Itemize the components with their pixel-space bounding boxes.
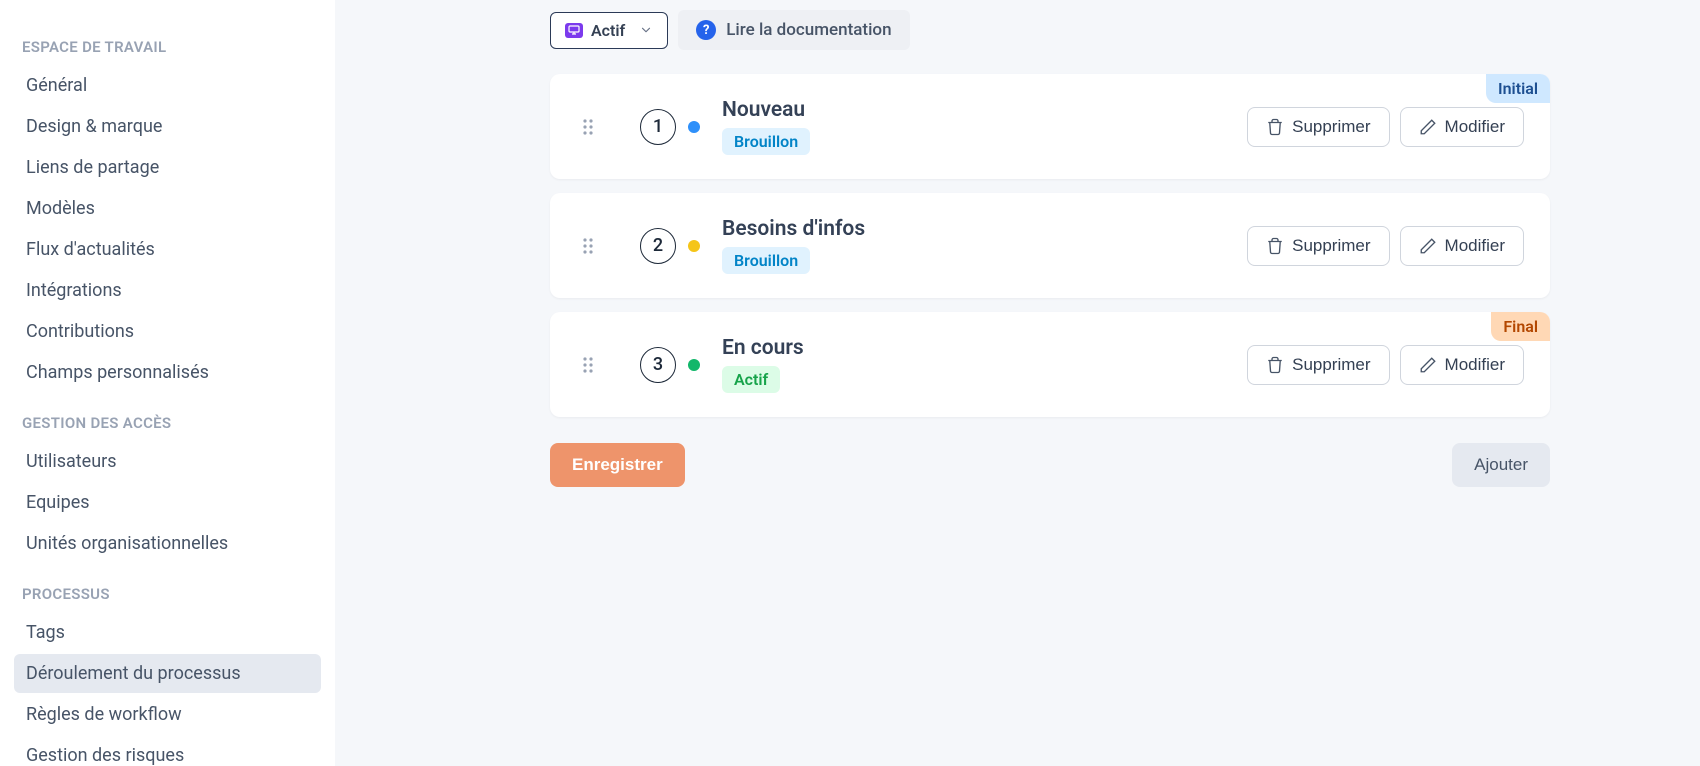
sidebar-item-contributions[interactable]: Contributions — [14, 312, 321, 351]
sidebar-item-workflow-rules[interactable]: Règles de workflow — [14, 695, 321, 734]
card-body: Nouveau Brouillon — [722, 98, 1247, 155]
delete-label: Supprimer — [1292, 117, 1370, 137]
sidebar-item-integrations[interactable]: Intégrations — [14, 271, 321, 310]
edit-button[interactable]: Modifier — [1400, 345, 1524, 385]
edit-label: Modifier — [1445, 355, 1505, 375]
sidebar-item-general[interactable]: Général — [14, 66, 321, 105]
sidebar-item-risk-management[interactable]: Gestion des risques — [14, 736, 321, 766]
delete-label: Supprimer — [1292, 236, 1370, 256]
sidebar-section-process: PROCESSUS — [14, 565, 321, 613]
status-dropdown-label: Actif — [591, 21, 625, 40]
card-actions: Supprimer Modifier — [1247, 226, 1524, 266]
footer-actions: Enregistrer Ajouter — [550, 443, 1550, 487]
corner-badge-final: Final — [1491, 312, 1550, 341]
main-content: Actif ? Lire la documentation Initial 1 … — [335, 0, 1700, 766]
sidebar-item-process-flow[interactable]: Déroulement du processus — [14, 654, 321, 693]
toolbar: Actif ? Lire la documentation — [550, 10, 1550, 50]
sidebar-item-teams[interactable]: Equipes — [14, 483, 321, 522]
sidebar-item-custom-fields[interactable]: Champs personnalisés — [14, 353, 321, 392]
status-tag: Actif — [722, 366, 780, 393]
step-card: 2 Besoins d'infos Brouillon Supprimer Mo… — [550, 193, 1550, 298]
edit-label: Modifier — [1445, 117, 1505, 137]
help-icon: ? — [696, 20, 716, 40]
presentation-icon — [565, 23, 583, 38]
sidebar-item-share-links[interactable]: Liens de partage — [14, 148, 321, 187]
trash-icon — [1266, 356, 1284, 374]
drag-handle-icon[interactable] — [576, 118, 600, 136]
step-number: 3 — [640, 347, 676, 383]
trash-icon — [1266, 118, 1284, 136]
card-body: En cours Actif — [722, 336, 1247, 393]
card-body: Besoins d'infos Brouillon — [722, 217, 1247, 274]
sidebar-item-tags[interactable]: Tags — [14, 613, 321, 652]
pencil-icon — [1419, 237, 1437, 255]
drag-handle-icon[interactable] — [576, 356, 600, 374]
sidebar: ESPACE DE TRAVAIL Général Design & marqu… — [0, 0, 335, 766]
edit-label: Modifier — [1445, 236, 1505, 256]
pencil-icon — [1419, 118, 1437, 136]
status-tag: Brouillon — [722, 128, 810, 155]
sidebar-item-news-feed[interactable]: Flux d'actualités — [14, 230, 321, 269]
status-tag: Brouillon — [722, 247, 810, 274]
sidebar-section-workspace: ESPACE DE TRAVAIL — [14, 18, 321, 66]
step-number: 1 — [640, 109, 676, 145]
card-actions: Supprimer Modifier — [1247, 345, 1524, 385]
delete-label: Supprimer — [1292, 355, 1370, 375]
status-dropdown[interactable]: Actif — [550, 12, 668, 49]
sidebar-item-templates[interactable]: Modèles — [14, 189, 321, 228]
status-dot-icon — [688, 121, 700, 133]
delete-button[interactable]: Supprimer — [1247, 345, 1389, 385]
status-dot-icon — [688, 359, 700, 371]
step-title: Nouveau — [722, 98, 1247, 122]
edit-button[interactable]: Modifier — [1400, 226, 1524, 266]
read-documentation-link[interactable]: ? Lire la documentation — [678, 10, 909, 50]
trash-icon — [1266, 237, 1284, 255]
read-documentation-label: Lire la documentation — [726, 20, 891, 40]
step-title: En cours — [722, 336, 1247, 360]
save-button[interactable]: Enregistrer — [550, 443, 685, 487]
chevron-down-icon — [639, 23, 653, 37]
card-actions: Supprimer Modifier — [1247, 107, 1524, 147]
corner-badge-initial: Initial — [1486, 74, 1550, 103]
delete-button[interactable]: Supprimer — [1247, 226, 1389, 266]
delete-button[interactable]: Supprimer — [1247, 107, 1389, 147]
sidebar-item-design[interactable]: Design & marque — [14, 107, 321, 146]
add-button[interactable]: Ajouter — [1452, 443, 1550, 487]
sidebar-section-access: GESTION DES ACCÈS — [14, 394, 321, 442]
step-number: 2 — [640, 228, 676, 264]
status-dot-icon — [688, 240, 700, 252]
sidebar-item-org-units[interactable]: Unités organisationnelles — [14, 524, 321, 563]
step-card: Initial 1 Nouveau Brouillon Supprimer Mo… — [550, 74, 1550, 179]
step-card: Final 3 En cours Actif Supprimer Modifie… — [550, 312, 1550, 417]
step-title: Besoins d'infos — [722, 217, 1247, 241]
sidebar-item-users[interactable]: Utilisateurs — [14, 442, 321, 481]
pencil-icon — [1419, 356, 1437, 374]
drag-handle-icon[interactable] — [576, 237, 600, 255]
edit-button[interactable]: Modifier — [1400, 107, 1524, 147]
